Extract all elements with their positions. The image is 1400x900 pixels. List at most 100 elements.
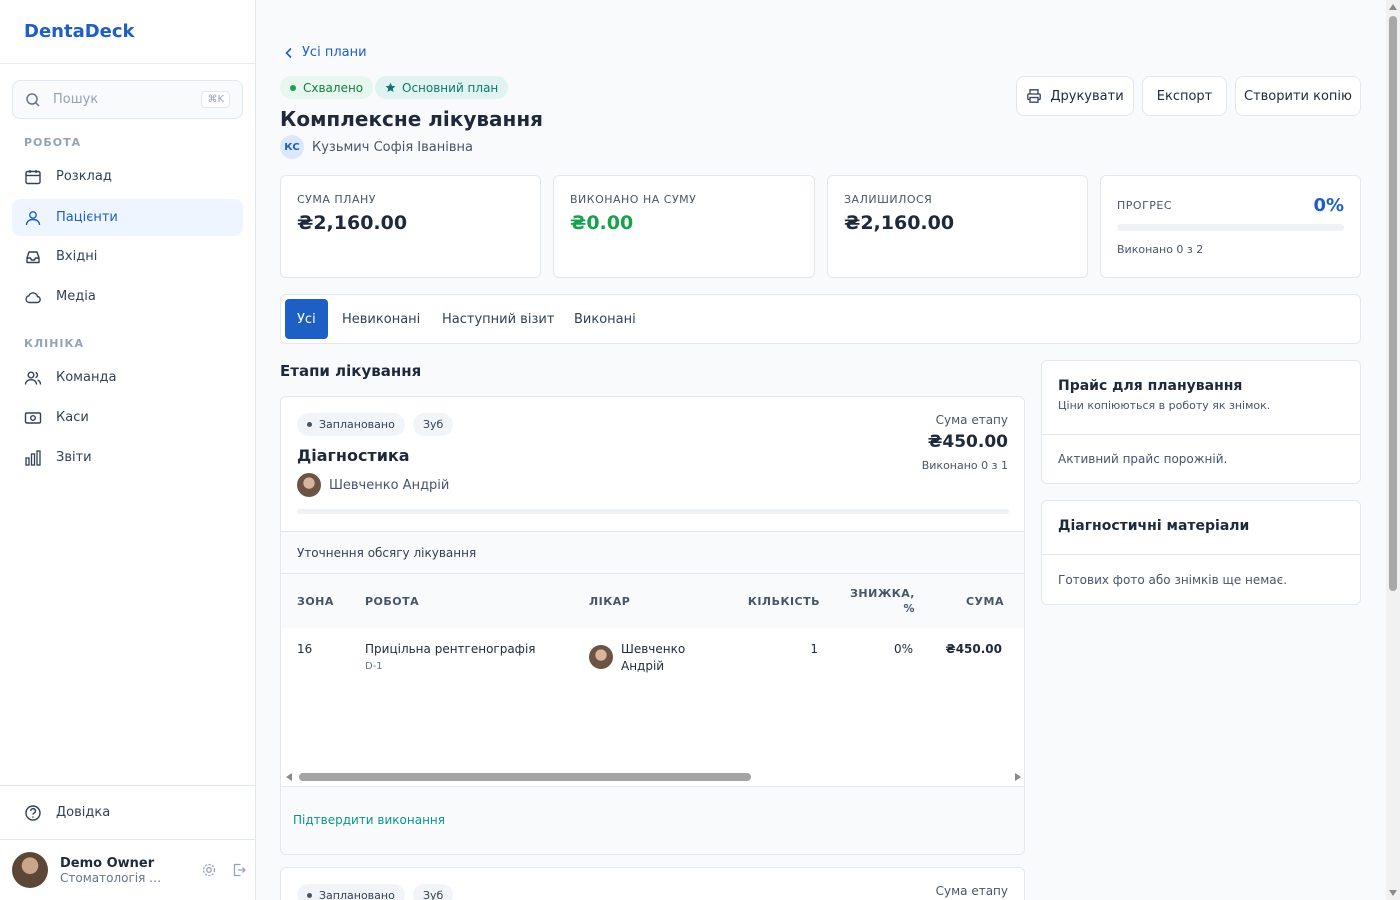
calendar-icon [25, 169, 41, 184]
user-info: Demo Owner Стоматологія П... [60, 856, 181, 885]
main-plan-badge: Основний план [375, 76, 509, 99]
scroll-right-arrow[interactable] [1015, 773, 1021, 781]
printer-icon [1027, 89, 1042, 103]
th-sum: СУМА [965, 595, 1004, 608]
stage-status: Заплановано [319, 889, 395, 900]
patient-avatar: КС [280, 135, 304, 159]
sidebar-item-schedule[interactable]: Розклад [12, 158, 243, 195]
stat-label: СУМА ПЛАНУ [297, 193, 376, 206]
stat-value: ₴2,160.00 [844, 212, 955, 234]
tab-next-visit[interactable]: Наступний візит [430, 299, 566, 339]
pricing-card: Прайс для планування Ціни копіюються в р… [1041, 360, 1361, 484]
section-label-work: РОБОТА [24, 136, 82, 149]
sidebar-item-reports[interactable]: Звіти [12, 439, 243, 476]
stat-value: ₴0.00 [570, 212, 634, 234]
status-dot [307, 893, 312, 898]
user-profile: Demo Owner Стоматологія П... [12, 852, 247, 888]
scroll-left-arrow[interactable] [286, 773, 292, 781]
sidebar-item-team[interactable]: Команда [12, 359, 243, 396]
progress-subtitle: Виконано 0 з 2 [1117, 243, 1204, 256]
cell-zone: 16 [297, 642, 313, 656]
status-label: Схвалено [303, 80, 364, 95]
stage-tag-chip: Зуб [413, 884, 454, 900]
settings-icon[interactable] [201, 862, 217, 878]
stage-status-chip: Заплановано [297, 413, 405, 436]
chevron-left-icon [285, 47, 292, 58]
tab-pending[interactable]: Невиконані [330, 299, 432, 339]
stat-progress: ПРОГРЕС 0% Виконано 0 з 2 [1100, 175, 1361, 278]
avatar [297, 473, 321, 497]
avatar[interactable] [12, 852, 48, 888]
search-icon [26, 92, 40, 107]
logout-icon[interactable] [231, 862, 247, 878]
diagnostics-body: Готових фото або знімків ще немає. [1058, 572, 1288, 587]
divider [0, 839, 255, 840]
th-zone: ЗОНА [297, 595, 334, 608]
stage-card: Заплановано Зуб Діагностика Шевченко Анд… [280, 396, 1025, 855]
export-button[interactable]: Експорт [1142, 76, 1227, 116]
sidebar-item-media[interactable]: Медіа [12, 278, 243, 315]
pricing-title: Прайс для планування [1058, 378, 1243, 394]
page-title: Комплексне лікування [280, 107, 543, 131]
stage-footer: Підтвердити виконання [281, 786, 1024, 854]
stat-done-sum: ВИКОНАНО НА СУМУ ₴0.00 [553, 175, 815, 278]
scroll-thumb[interactable] [299, 773, 751, 781]
help-icon [25, 804, 41, 821]
pricing-body: Активний прайс порожній. [1058, 452, 1228, 466]
scroll-down-arrow[interactable] [1389, 890, 1397, 896]
copy-button[interactable]: Створити копію [1235, 76, 1361, 116]
export-label: Експорт [1156, 88, 1213, 104]
stage-note: Уточнення обсягу лікування [281, 531, 1024, 574]
cell-doctor-first: Шевченко [621, 642, 686, 656]
stage-card: Заплановано Зуб Сума етапу [280, 867, 1025, 900]
print-button[interactable]: Друкувати [1016, 76, 1134, 116]
back-link[interactable]: Усі плани [282, 45, 367, 60]
stage-status: Заплановано [319, 418, 395, 431]
sidebar-item-inbox[interactable]: Вхідні [12, 238, 243, 275]
diagnostics-title: Діагностичні матеріали [1058, 518, 1250, 534]
diagnostics-card: Діагностичні матеріали Готових фото або … [1041, 500, 1361, 605]
brand-logo[interactable]: DentaDeck [0, 0, 255, 64]
stage-sum-label: Сума етапу [935, 413, 1008, 427]
chart-icon [25, 449, 41, 466]
sidebar-item-label: Команда [56, 370, 117, 385]
main-plan-label: Основний план [402, 80, 499, 95]
th-work: РОБОТА [365, 595, 420, 608]
th-doctor: ЛІКАР [589, 595, 631, 608]
sidebar-item-label: Медіа [56, 289, 96, 304]
search-placeholder: Пошук [53, 92, 99, 107]
stat-label: ВИКОНАНО НА СУМУ [570, 193, 697, 206]
search-input[interactable]: Пошук ⌘K [12, 80, 243, 119]
page-scroll-thumb[interactable] [1389, 16, 1397, 591]
filter-tabs: Усі Невиконані Наступний візит Виконані [280, 294, 1361, 344]
cell-qty: 1 [810, 642, 818, 656]
th-discount: ЗНИЖКА, [850, 587, 915, 600]
stat-remaining: ЗАЛИШИЛОСЯ ₴2,160.00 [827, 175, 1088, 278]
confirm-button[interactable]: Підтвердити виконання [293, 813, 445, 827]
cell-work: Прицільна рентгенографія [365, 642, 536, 656]
sidebar-item-label: Каси [56, 410, 89, 425]
stage-doctor-name: Шевченко Андрій [329, 477, 450, 493]
patient-link[interactable]: КС Кузьмич Софія Іванівна [280, 135, 473, 159]
sidebar-item-patients[interactable]: Пацієнти [12, 199, 243, 236]
sidebar-item-cash[interactable]: Каси [12, 399, 243, 436]
stage-doctor: Шевченко Андрій [297, 473, 449, 497]
pricing-header: Прайс для планування Ціни копіюються в р… [1042, 361, 1360, 435]
search-shortcut: ⌘K [201, 91, 230, 108]
tab-all[interactable]: Усі [285, 299, 328, 339]
help-link[interactable]: Довідка [12, 794, 243, 831]
diagnostics-header: Діагностичні матеріали [1042, 501, 1360, 555]
cloud-icon [25, 291, 41, 303]
tab-done[interactable]: Виконані [562, 299, 648, 339]
stat-label: ПРОГРЕС [1117, 199, 1173, 212]
page-scrollbar[interactable] [1386, 0, 1400, 900]
avatar [589, 645, 613, 669]
stage-tag-chip: Зуб [413, 413, 454, 436]
status-dot [290, 84, 296, 91]
star-icon [385, 82, 396, 92]
stat-plan-sum: СУМА ПЛАНУ ₴2,160.00 [280, 175, 541, 278]
sidebar-item-label: Звіти [56, 450, 92, 465]
scroll-up-arrow[interactable] [1389, 4, 1397, 10]
table-scrollbar[interactable] [281, 767, 1024, 787]
stages-title: Етапи лікування [280, 362, 422, 380]
